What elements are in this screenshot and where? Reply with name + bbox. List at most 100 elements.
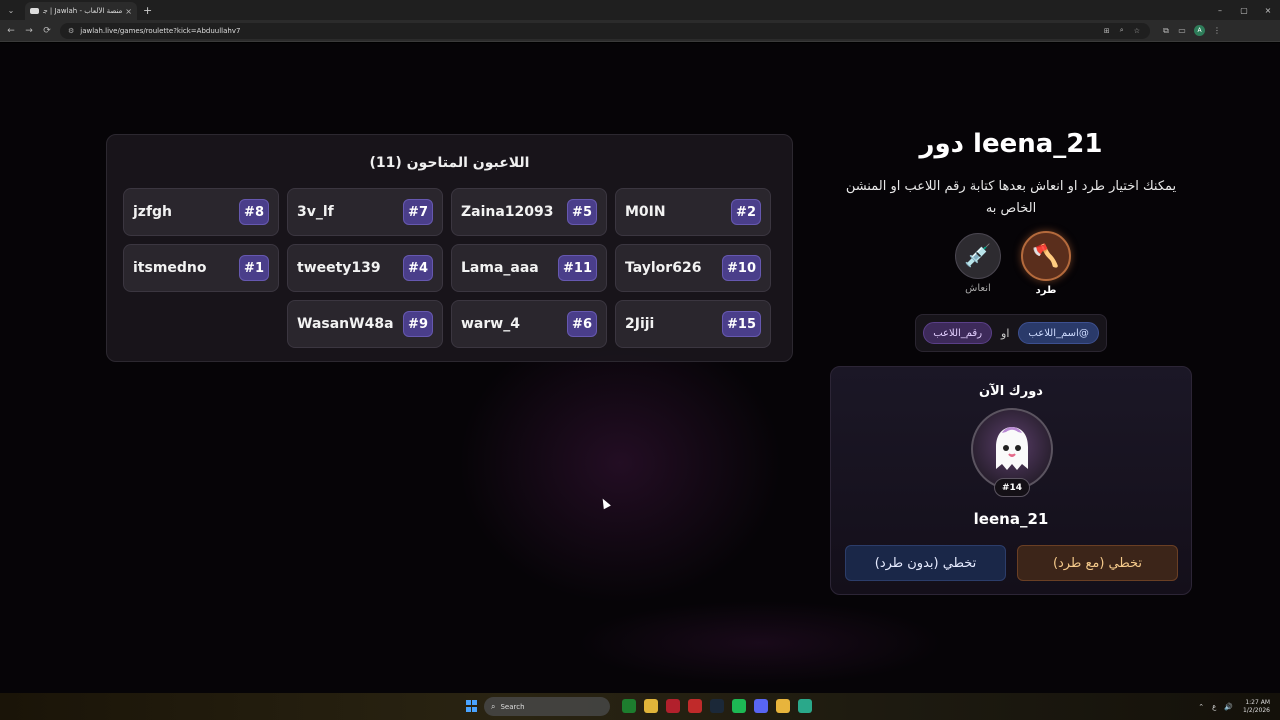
clock-date: 1/2/2026 <box>1243 706 1270 714</box>
player-name: jzfgh <box>133 204 173 220</box>
player-name: tweety139 <box>297 260 381 276</box>
player-number-chip: رقم_اللاعب <box>923 322 993 344</box>
clock-time: 1:27 AM <box>1245 698 1270 706</box>
player-name: Taylor626 <box>625 260 702 276</box>
player-card[interactable]: jzfgh #8 <box>123 188 279 236</box>
available-players-panel: اللاعبون المتاحون (11) M0IN #2 Zaina12093 #… <box>106 134 793 362</box>
player-name: 3v_lf <box>297 204 334 220</box>
maximize-button[interactable]: ▢ <box>1232 0 1256 20</box>
your-turn-panel: دورك الآن #14 leena_21 تخطي (بدون طرد) ت… <box>830 366 1192 595</box>
player-name: warw_4 <box>461 316 520 332</box>
players-panel-title: اللاعبون المتاحون (11) <box>369 155 530 171</box>
minimize-button[interactable]: – <box>1208 0 1232 20</box>
new-tab-button[interactable]: + <box>143 4 152 17</box>
windows-taskbar: ⌕ Search ⌃ ع 🔊 1:27 AM 1/2/2026 <box>0 693 1280 720</box>
skip-without-kick-button[interactable]: تخطي (بدون طرد) <box>845 545 1006 581</box>
player-card[interactable]: itsmedno #1 <box>123 244 279 292</box>
player-number-badge: #6 <box>567 311 597 337</box>
bookmark-star-icon[interactable]: ☆ <box>1134 27 1140 35</box>
profile-avatar[interactable]: A <box>1194 25 1205 36</box>
player-card[interactable]: tweety139 #4 <box>287 244 443 292</box>
kick-label: طرد <box>1035 285 1057 296</box>
player-number-badge: #14 <box>994 478 1030 497</box>
player-name: itsmedno <box>133 260 207 276</box>
current-player-name: leena_21 <box>973 510 1049 528</box>
forward-button[interactable]: → <box>20 26 38 36</box>
steam-icon[interactable] <box>710 699 724 713</box>
player-card[interactable]: M0IN #2 <box>615 188 771 236</box>
player-card[interactable]: 3v_lf #7 <box>287 188 443 236</box>
search-icon: ⌕ <box>491 701 496 711</box>
site-info-icon[interactable]: ⚙ <box>68 27 74 35</box>
player-name: 2Jiji <box>625 316 655 332</box>
player-number-badge: #11 <box>558 255 597 281</box>
back-button[interactable]: ← <box>2 26 20 36</box>
kick-action[interactable]: 🪓 طرد <box>1018 231 1074 301</box>
player-name-chip: @اسم_اللاعب <box>1018 322 1099 344</box>
tray-lang-indicator[interactable]: ع <box>1212 703 1216 711</box>
browser-menu-icon[interactable]: ⋮ <box>1209 26 1225 35</box>
close-window-button[interactable]: × <box>1256 0 1280 20</box>
side-panel-icon[interactable]: ▭ <box>1174 26 1190 35</box>
player-number-badge: #15 <box>722 311 761 337</box>
translate-icon[interactable]: ⊞ <box>1104 27 1110 35</box>
turn-instructions: يمكنك اختيار طرد او انعاش بعدها كتابة رق… <box>845 179 1177 216</box>
window-controls: – ▢ × <box>1208 0 1280 20</box>
address-bar-row: ← → ⟳ ⚙ jawlah.live/games/roulette?kick=… <box>0 20 1280 42</box>
player-number-badge: #9 <box>403 311 433 337</box>
system-tray: ⌃ ع 🔊 1:27 AM 1/2/2026 <box>1190 693 1270 720</box>
green-app-icon[interactable] <box>798 699 812 713</box>
xbox-app-icon[interactable] <box>622 699 636 713</box>
url-input[interactable]: ⚙ jawlah.live/games/roulette?kick=Abduul… <box>60 22 1150 39</box>
mention-hint-box: @اسم_اللاعب او رقم_اللاعب <box>915 314 1107 352</box>
taskbar-apps <box>622 699 820 713</box>
network-volume-icon[interactable]: 🔊 <box>1224 703 1233 711</box>
player-number-badge: #2 <box>731 199 761 225</box>
reload-button[interactable]: ⟳ <box>38 26 56 36</box>
player-card[interactable]: Lama_aaa #11 <box>451 244 607 292</box>
file-explorer-icon[interactable] <box>644 699 658 713</box>
player-card[interactable]: Zaina12093 #5 <box>451 188 607 236</box>
or-text: او <box>1001 326 1010 340</box>
chrome-icon[interactable] <box>776 699 790 713</box>
player-number-badge: #4 <box>403 255 433 281</box>
player-name: WasanW48a <box>297 316 394 332</box>
zoom-icon[interactable]: ⌕ <box>1120 26 1124 35</box>
turn-title: دور leena_21 <box>919 129 1103 159</box>
browser-tab-strip: ⌄ منصة الألعاب - Jawlah | جولة × + – ▢ × <box>0 0 1280 20</box>
tab-close-icon[interactable]: × <box>125 7 132 16</box>
extensions-icon[interactable]: ⧉ <box>1158 26 1174 36</box>
url-text: jawlah.live/games/roulette?kick=Abduulla… <box>80 26 241 35</box>
player-card[interactable]: Taylor626 #10 <box>615 244 771 292</box>
player-number-badge: #8 <box>239 199 269 225</box>
player-card[interactable]: WasanW48a #9 <box>287 300 443 348</box>
revive-action[interactable]: 💉 انعاش <box>950 231 1006 301</box>
player-number-badge: #7 <box>403 199 433 225</box>
taskbar-clock[interactable]: 1:27 AM 1/2/2026 <box>1243 699 1270 715</box>
windows-start-icon[interactable] <box>466 700 478 712</box>
player-name: Zaina12093 <box>461 204 554 220</box>
your-turn-title: دورك الآن <box>979 384 1043 399</box>
mouse-cursor <box>599 496 611 510</box>
taskbar-search-box[interactable]: ⌕ Search <box>484 697 610 716</box>
tray-chevron-icon[interactable]: ⌃ <box>1198 703 1204 711</box>
tab-search-button[interactable]: ⌄ <box>3 3 19 17</box>
site-favicon-icon <box>30 8 39 14</box>
spotify-icon[interactable] <box>732 699 746 713</box>
player-name: M0IN <box>625 204 666 220</box>
taskbar-search-placeholder: Search <box>500 702 525 711</box>
player-grid: M0IN #2 Zaina12093 #5 3v_lf #7 jzfgh #8 Taylor62… <box>123 188 771 348</box>
player-card[interactable]: 2Jiji #15 <box>615 300 771 348</box>
red-app-icon[interactable] <box>688 699 702 713</box>
player-card[interactable]: warw_4 #6 <box>451 300 607 348</box>
tab-title: منصة الألعاب - Jawlah | جولة <box>43 7 123 15</box>
discord-icon[interactable] <box>754 699 768 713</box>
opera-icon[interactable] <box>666 699 680 713</box>
browser-tab[interactable]: منصة الألعاب - Jawlah | جولة × <box>25 2 137 20</box>
action-choices: 💉 انعاش 🪓 طرد <box>950 231 1074 301</box>
skip-with-kick-button[interactable]: تخطي (مع طرد) <box>1017 545 1178 581</box>
revive-label: انعاش <box>965 283 991 294</box>
syringe-icon: 💉 <box>955 233 1001 279</box>
game-page: اللاعبون المتاحون (11) M0IN #2 Zaina12093 #… <box>0 43 1280 693</box>
player-number-badge: #1 <box>239 255 269 281</box>
